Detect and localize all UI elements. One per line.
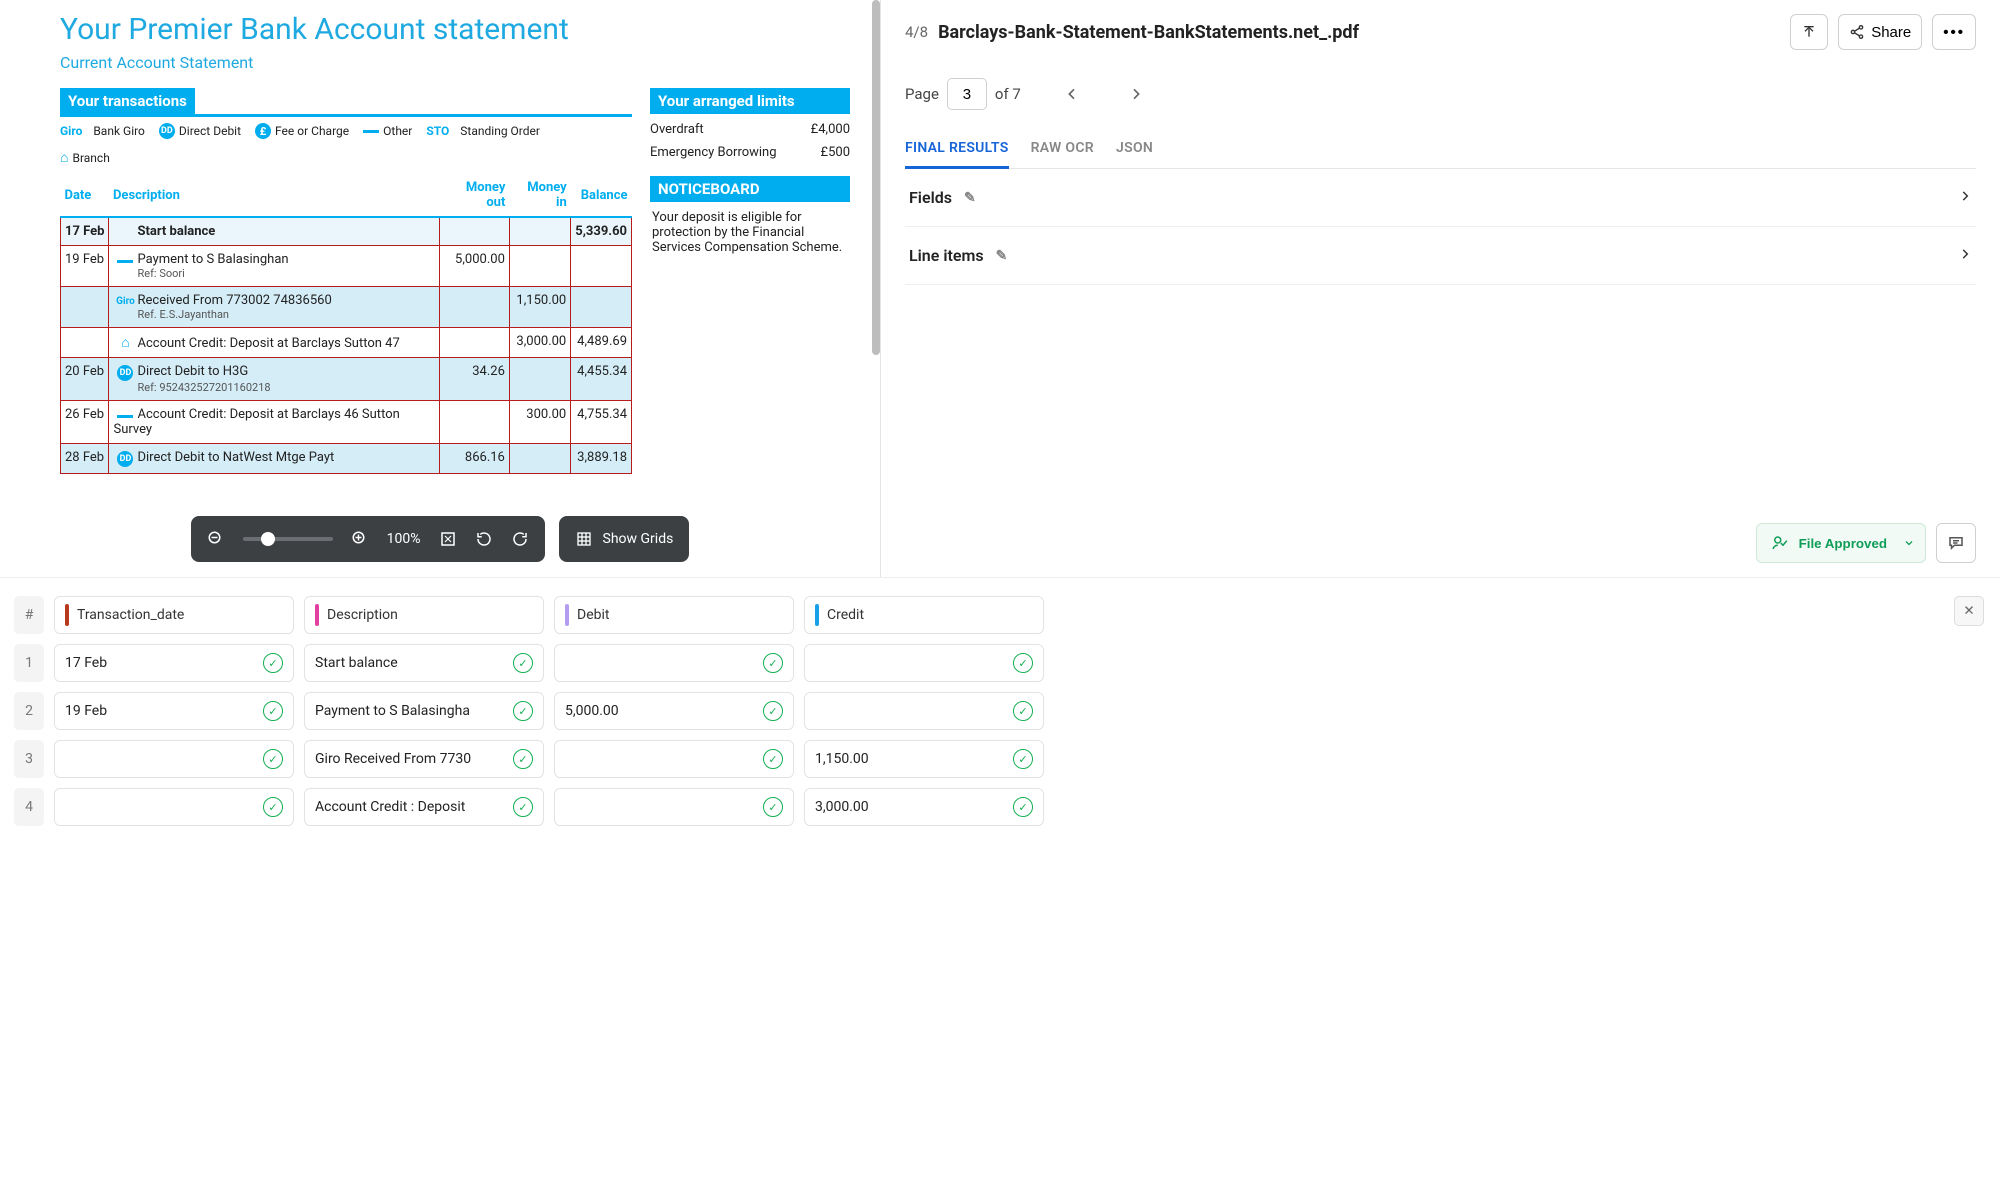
- table-row: 20 Feb DDDirect Debit to H3GRef: 9524325…: [61, 358, 632, 401]
- data-cell[interactable]: 3,000.00✓: [804, 788, 1044, 826]
- data-cell[interactable]: ✓: [554, 788, 794, 826]
- legend: Giro Bank Giro DDDirect Debit £Fee or Ch…: [60, 123, 632, 166]
- row-number: 1: [14, 644, 44, 682]
- zoom-slider[interactable]: [243, 537, 333, 541]
- result-tabs: FINAL RESULTS RAW OCR JSON: [905, 132, 1976, 169]
- data-cell[interactable]: ✓: [804, 644, 1044, 682]
- tab-final-results[interactable]: FINAL RESULTS: [905, 132, 1009, 169]
- zoom-level: 100%: [387, 531, 421, 547]
- limits-box: Your arranged limits Overdraft£4,000Emer…: [650, 88, 850, 164]
- row-number: 3: [14, 740, 44, 778]
- transactions-header: Your transactions: [60, 88, 195, 114]
- grid-icon: [575, 530, 593, 548]
- data-cell[interactable]: 19 Feb✓: [54, 692, 294, 730]
- share-button[interactable]: Share: [1838, 14, 1922, 50]
- edit-icon[interactable]: ✎: [996, 248, 1008, 264]
- transactions-table: Date Description Money out Money in Bala…: [60, 174, 632, 474]
- notice-box: NOTICEBOARD Your deposit is eligible for…: [650, 176, 850, 259]
- fields-section[interactable]: Fields✎: [905, 169, 1976, 227]
- data-cell[interactable]: Giro Received From 7730✓: [304, 740, 544, 778]
- data-cell[interactable]: ✓: [54, 740, 294, 778]
- tab-raw-ocr[interactable]: RAW OCR: [1031, 132, 1094, 168]
- row-number-header: #: [14, 596, 44, 634]
- zoom-out-icon[interactable]: [207, 530, 225, 548]
- next-page-button[interactable]: [1121, 79, 1151, 109]
- approved-dropdown[interactable]: [1892, 523, 1926, 563]
- column-header[interactable]: Transaction_date: [54, 596, 294, 634]
- table-row: GiroReceived From 773002 74836560Ref. E.…: [61, 287, 632, 328]
- table-row: 28 Feb DDDirect Debit to NatWest Mtge Pa…: [61, 444, 632, 474]
- data-cell[interactable]: ✓: [54, 788, 294, 826]
- column-header[interactable]: Credit: [804, 596, 1044, 634]
- check-icon: ✓: [1013, 653, 1033, 673]
- document-viewer[interactable]: Your Premier Bank Account statement Curr…: [0, 0, 880, 500]
- branch-icon: ⌂: [60, 149, 68, 166]
- table-row: 19 Feb Payment to S BalasinghanRef: Soor…: [61, 246, 632, 287]
- data-cell[interactable]: ✓: [554, 644, 794, 682]
- edit-icon[interactable]: ✎: [964, 190, 976, 206]
- extracted-table: ✕ # 1234 Transaction_date17 Feb✓19 Feb✓✓…: [0, 577, 2000, 836]
- fee-icon: £: [255, 123, 271, 139]
- check-icon: ✓: [513, 653, 533, 673]
- zoom-in-icon[interactable]: [351, 530, 369, 548]
- check-icon: ✓: [263, 797, 283, 817]
- tab-json[interactable]: JSON: [1116, 132, 1153, 168]
- doc-subtitle: Current Account Statement: [60, 53, 850, 72]
- comment-button[interactable]: [1936, 523, 1976, 563]
- check-icon: ✓: [763, 653, 783, 673]
- close-table-button[interactable]: ✕: [1954, 596, 1984, 626]
- doc-title: Your Premier Bank Account statement: [60, 12, 850, 47]
- data-cell[interactable]: 1,150.00✓: [804, 740, 1044, 778]
- row-number: 2: [14, 692, 44, 730]
- right-panel: 4/8 Barclays-Bank-Statement-BankStatemen…: [880, 0, 2000, 577]
- data-cell[interactable]: Payment to S Balasingha✓: [304, 692, 544, 730]
- chevron-right-icon: [1958, 245, 1972, 266]
- scrollbar[interactable]: [872, 0, 880, 355]
- fit-screen-icon[interactable]: [439, 530, 457, 548]
- table-row: 26 Feb Account Credit: Deposit at Barcla…: [61, 401, 632, 444]
- data-cell[interactable]: Start balance✓: [304, 644, 544, 682]
- table-row: ⌂Account Credit: Deposit at Barclays Sut…: [61, 328, 632, 358]
- column-header[interactable]: Description: [304, 596, 544, 634]
- page-navigator: Page of 7: [905, 78, 1976, 110]
- data-cell[interactable]: ✓: [804, 692, 1044, 730]
- file-counter: 4/8: [905, 23, 928, 41]
- prev-page-button[interactable]: [1057, 79, 1087, 109]
- check-icon: ✓: [263, 749, 283, 769]
- check-icon: ✓: [763, 749, 783, 769]
- check-icon: ✓: [263, 653, 283, 673]
- dd-icon: DD: [159, 123, 175, 139]
- show-grids-button[interactable]: Show Grids: [559, 516, 690, 562]
- more-button[interactable]: •••: [1932, 14, 1976, 50]
- chevron-right-icon: [1958, 187, 1972, 208]
- data-cell[interactable]: Account Credit : Deposit✓: [304, 788, 544, 826]
- data-cell[interactable]: 5,000.00✓: [554, 692, 794, 730]
- data-cell[interactable]: ✓: [554, 740, 794, 778]
- check-icon: ✓: [263, 701, 283, 721]
- check-icon: ✓: [513, 797, 533, 817]
- upload-button[interactable]: [1790, 14, 1828, 50]
- page-input[interactable]: [947, 78, 987, 110]
- line-items-section[interactable]: Line items✎: [905, 227, 1976, 285]
- row-number: 4: [14, 788, 44, 826]
- check-icon: ✓: [763, 797, 783, 817]
- rotate-right-icon[interactable]: [511, 530, 529, 548]
- file-approved-button[interactable]: File Approved: [1756, 523, 1902, 563]
- rotate-left-icon[interactable]: [475, 530, 493, 548]
- column-header[interactable]: Debit: [554, 596, 794, 634]
- check-icon: ✓: [763, 701, 783, 721]
- check-icon: ✓: [513, 749, 533, 769]
- other-icon: [363, 130, 379, 133]
- table-row: 17 Feb Start balance 5,339.60: [61, 217, 632, 246]
- file-name: Barclays-Bank-Statement-BankStatements.n…: [938, 22, 1780, 43]
- data-cell[interactable]: 17 Feb✓: [54, 644, 294, 682]
- check-icon: ✓: [1013, 749, 1033, 769]
- check-icon: ✓: [1013, 797, 1033, 817]
- viewer-toolbar: 100% Show Grids: [0, 500, 880, 577]
- check-icon: ✓: [1013, 701, 1033, 721]
- check-icon: ✓: [513, 701, 533, 721]
